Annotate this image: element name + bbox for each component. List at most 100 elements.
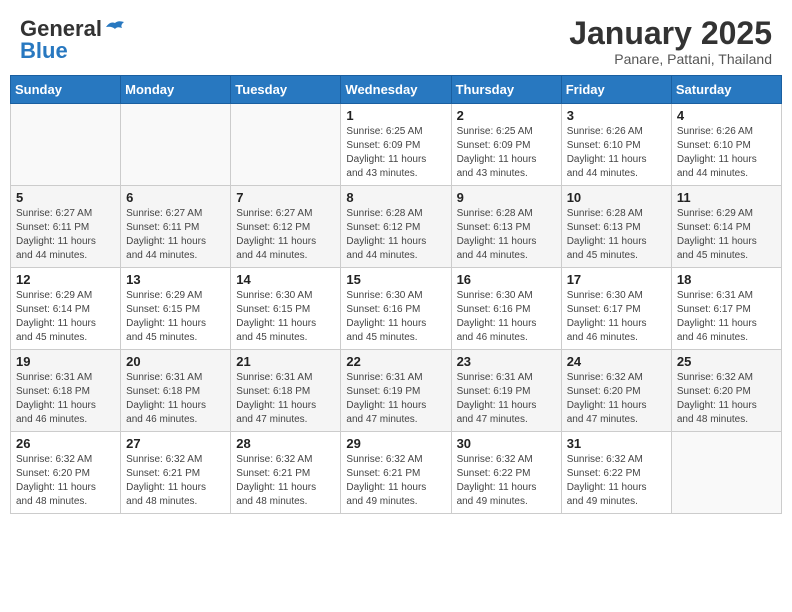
day-number: 18 <box>677 272 776 287</box>
table-row: 25Sunrise: 6:32 AM Sunset: 6:20 PM Dayli… <box>671 350 781 432</box>
table-row <box>671 432 781 514</box>
table-row: 19 Sunrise: 6:31 AM Sunset: 6:18 PM Dayli… <box>11 350 121 432</box>
col-thursday: Thursday <box>451 76 561 104</box>
col-sunday: Sunday <box>11 76 121 104</box>
page-subtitle: Panare, Pattani, Thailand <box>569 51 772 67</box>
day-number: 28 <box>236 436 335 451</box>
page-title: January 2025 <box>569 16 772 51</box>
table-row: 29Sunrise: 6:32 AM Sunset: 6:21 PM Dayli… <box>341 432 451 514</box>
table-row: 23Sunrise: 6:31 AM Sunset: 6:19 PM Dayli… <box>451 350 561 432</box>
table-row: 24Sunrise: 6:32 AM Sunset: 6:20 PM Dayli… <box>561 350 671 432</box>
table-row <box>11 104 121 186</box>
day-number: 27 <box>126 436 225 451</box>
day-number: 26 <box>16 436 115 451</box>
calendar-week-row: 5 Sunrise: 6:27 AM Sunset: 6:11 PM Daylig… <box>11 186 782 268</box>
table-row: 11 Sunrise: 6:29 AM Sunset: 6:14 PM Dayli… <box>671 186 781 268</box>
day-number: 31 <box>567 436 666 451</box>
day-info: Sunrise: 6:32 AM Sunset: 6:21 PM Dayligh… <box>126 453 225 509</box>
day-number: 20 <box>126 354 225 369</box>
day-number: 21 <box>236 354 335 369</box>
table-row: 31 Sunrise: 6:32 AM Sunset: 6:22 PM Dayli… <box>561 432 671 514</box>
table-row: 17 Sunrise: 6:30 AM Sunset: 6:17 PM Dayli… <box>561 268 671 350</box>
day-info: Sunrise: 6:26 AM Sunset: 6:10 PM Dayligh… <box>567 125 666 181</box>
table-row: 14Sunrise: 6:30 AM Sunset: 6:15 PM Dayli… <box>231 268 341 350</box>
day-info: Sunrise: 6:31 AM Sunset: 6:19 PM Dayligh… <box>346 371 445 427</box>
col-tuesday: Tuesday <box>231 76 341 104</box>
calendar-table: Sunday Monday Tuesday Wednesday Thursday… <box>10 75 782 514</box>
table-row: 12Sunrise: 6:29 AM Sunset: 6:14 PM Dayli… <box>11 268 121 350</box>
day-number: 15 <box>346 272 445 287</box>
calendar-week-row: 19 Sunrise: 6:31 AM Sunset: 6:18 PM Dayli… <box>11 350 782 432</box>
day-info: Sunrise: 6:28 AM Sunset: 6:13 PM Dayligh… <box>457 207 556 263</box>
title-block: January 2025 Panare, Pattani, Thailand <box>569 16 772 67</box>
day-number: 10 <box>567 190 666 205</box>
day-info: Sunrise: 6:29 AM Sunset: 6:15 PM Dayligh… <box>126 289 225 345</box>
day-info: Sunrise: 6:26 AM Sunset: 6:10 PM Dayligh… <box>677 125 776 181</box>
table-row: 9Sunrise: 6:28 AM Sunset: 6:13 PM Daylig… <box>451 186 561 268</box>
day-number: 2 <box>457 108 556 123</box>
table-row: 21 Sunrise: 6:31 AM Sunset: 6:18 PM Dayli… <box>231 350 341 432</box>
day-number: 29 <box>346 436 445 451</box>
day-number: 12 <box>16 272 115 287</box>
day-number: 8 <box>346 190 445 205</box>
table-row: 2 Sunrise: 6:25 AM Sunset: 6:09 PM Daylig… <box>451 104 561 186</box>
table-row: 30Sunrise: 6:32 AM Sunset: 6:22 PM Dayli… <box>451 432 561 514</box>
day-info: Sunrise: 6:25 AM Sunset: 6:09 PM Dayligh… <box>457 125 556 181</box>
table-row: 16 Sunrise: 6:30 AM Sunset: 6:16 PM Dayli… <box>451 268 561 350</box>
calendar-week-row: 12Sunrise: 6:29 AM Sunset: 6:14 PM Dayli… <box>11 268 782 350</box>
logo-blue-text: Blue <box>20 38 68 64</box>
day-info: Sunrise: 6:31 AM Sunset: 6:18 PM Dayligh… <box>16 371 115 427</box>
day-info: Sunrise: 6:31 AM Sunset: 6:17 PM Dayligh… <box>677 289 776 345</box>
day-info: Sunrise: 6:32 AM Sunset: 6:20 PM Dayligh… <box>16 453 115 509</box>
day-number: 6 <box>126 190 225 205</box>
day-number: 5 <box>16 190 115 205</box>
day-number: 24 <box>567 354 666 369</box>
day-info: Sunrise: 6:29 AM Sunset: 6:14 PM Dayligh… <box>677 207 776 263</box>
day-number: 11 <box>677 190 776 205</box>
table-row: 4 Sunrise: 6:26 AM Sunset: 6:10 PM Daylig… <box>671 104 781 186</box>
day-info: Sunrise: 6:32 AM Sunset: 6:21 PM Dayligh… <box>236 453 335 509</box>
col-saturday: Saturday <box>671 76 781 104</box>
col-wednesday: Wednesday <box>341 76 451 104</box>
day-info: Sunrise: 6:31 AM Sunset: 6:18 PM Dayligh… <box>236 371 335 427</box>
table-row: 7Sunrise: 6:27 AM Sunset: 6:12 PM Daylig… <box>231 186 341 268</box>
page-header: General Blue January 2025 Panare, Pattan… <box>10 10 782 67</box>
day-info: Sunrise: 6:27 AM Sunset: 6:11 PM Dayligh… <box>126 207 225 263</box>
calendar-week-row: 1 Sunrise: 6:25 AM Sunset: 6:09 PM Daylig… <box>11 104 782 186</box>
day-number: 25 <box>677 354 776 369</box>
day-number: 1 <box>346 108 445 123</box>
table-row: 22 Sunrise: 6:31 AM Sunset: 6:19 PM Dayli… <box>341 350 451 432</box>
day-number: 17 <box>567 272 666 287</box>
table-row: 20Sunrise: 6:31 AM Sunset: 6:18 PM Dayli… <box>121 350 231 432</box>
table-row: 13 Sunrise: 6:29 AM Sunset: 6:15 PM Dayli… <box>121 268 231 350</box>
table-row: 6 Sunrise: 6:27 AM Sunset: 6:11 PM Daylig… <box>121 186 231 268</box>
day-number: 22 <box>346 354 445 369</box>
table-row <box>121 104 231 186</box>
day-info: Sunrise: 6:27 AM Sunset: 6:12 PM Dayligh… <box>236 207 335 263</box>
calendar-week-row: 26 Sunrise: 6:32 AM Sunset: 6:20 PM Dayli… <box>11 432 782 514</box>
day-info: Sunrise: 6:28 AM Sunset: 6:12 PM Dayligh… <box>346 207 445 263</box>
day-info: Sunrise: 6:28 AM Sunset: 6:13 PM Dayligh… <box>567 207 666 263</box>
logo-bird-icon <box>104 19 126 35</box>
day-number: 16 <box>457 272 556 287</box>
table-row: 1 Sunrise: 6:25 AM Sunset: 6:09 PM Daylig… <box>341 104 451 186</box>
day-number: 14 <box>236 272 335 287</box>
table-row: 18 Sunrise: 6:31 AM Sunset: 6:17 PM Dayli… <box>671 268 781 350</box>
day-info: Sunrise: 6:30 AM Sunset: 6:16 PM Dayligh… <box>457 289 556 345</box>
day-number: 3 <box>567 108 666 123</box>
day-info: Sunrise: 6:30 AM Sunset: 6:16 PM Dayligh… <box>346 289 445 345</box>
day-info: Sunrise: 6:30 AM Sunset: 6:17 PM Dayligh… <box>567 289 666 345</box>
table-row: 26 Sunrise: 6:32 AM Sunset: 6:20 PM Dayli… <box>11 432 121 514</box>
table-row: 27 Sunrise: 6:32 AM Sunset: 6:21 PM Dayli… <box>121 432 231 514</box>
table-row: 3 Sunrise: 6:26 AM Sunset: 6:10 PM Daylig… <box>561 104 671 186</box>
day-info: Sunrise: 6:27 AM Sunset: 6:11 PM Dayligh… <box>16 207 115 263</box>
day-info: Sunrise: 6:32 AM Sunset: 6:22 PM Dayligh… <box>567 453 666 509</box>
calendar-header-row: Sunday Monday Tuesday Wednesday Thursday… <box>11 76 782 104</box>
day-number: 4 <box>677 108 776 123</box>
day-number: 30 <box>457 436 556 451</box>
logo: General Blue <box>20 16 126 64</box>
table-row: 5 Sunrise: 6:27 AM Sunset: 6:11 PM Daylig… <box>11 186 121 268</box>
day-number: 19 <box>16 354 115 369</box>
day-number: 13 <box>126 272 225 287</box>
day-info: Sunrise: 6:25 AM Sunset: 6:09 PM Dayligh… <box>346 125 445 181</box>
